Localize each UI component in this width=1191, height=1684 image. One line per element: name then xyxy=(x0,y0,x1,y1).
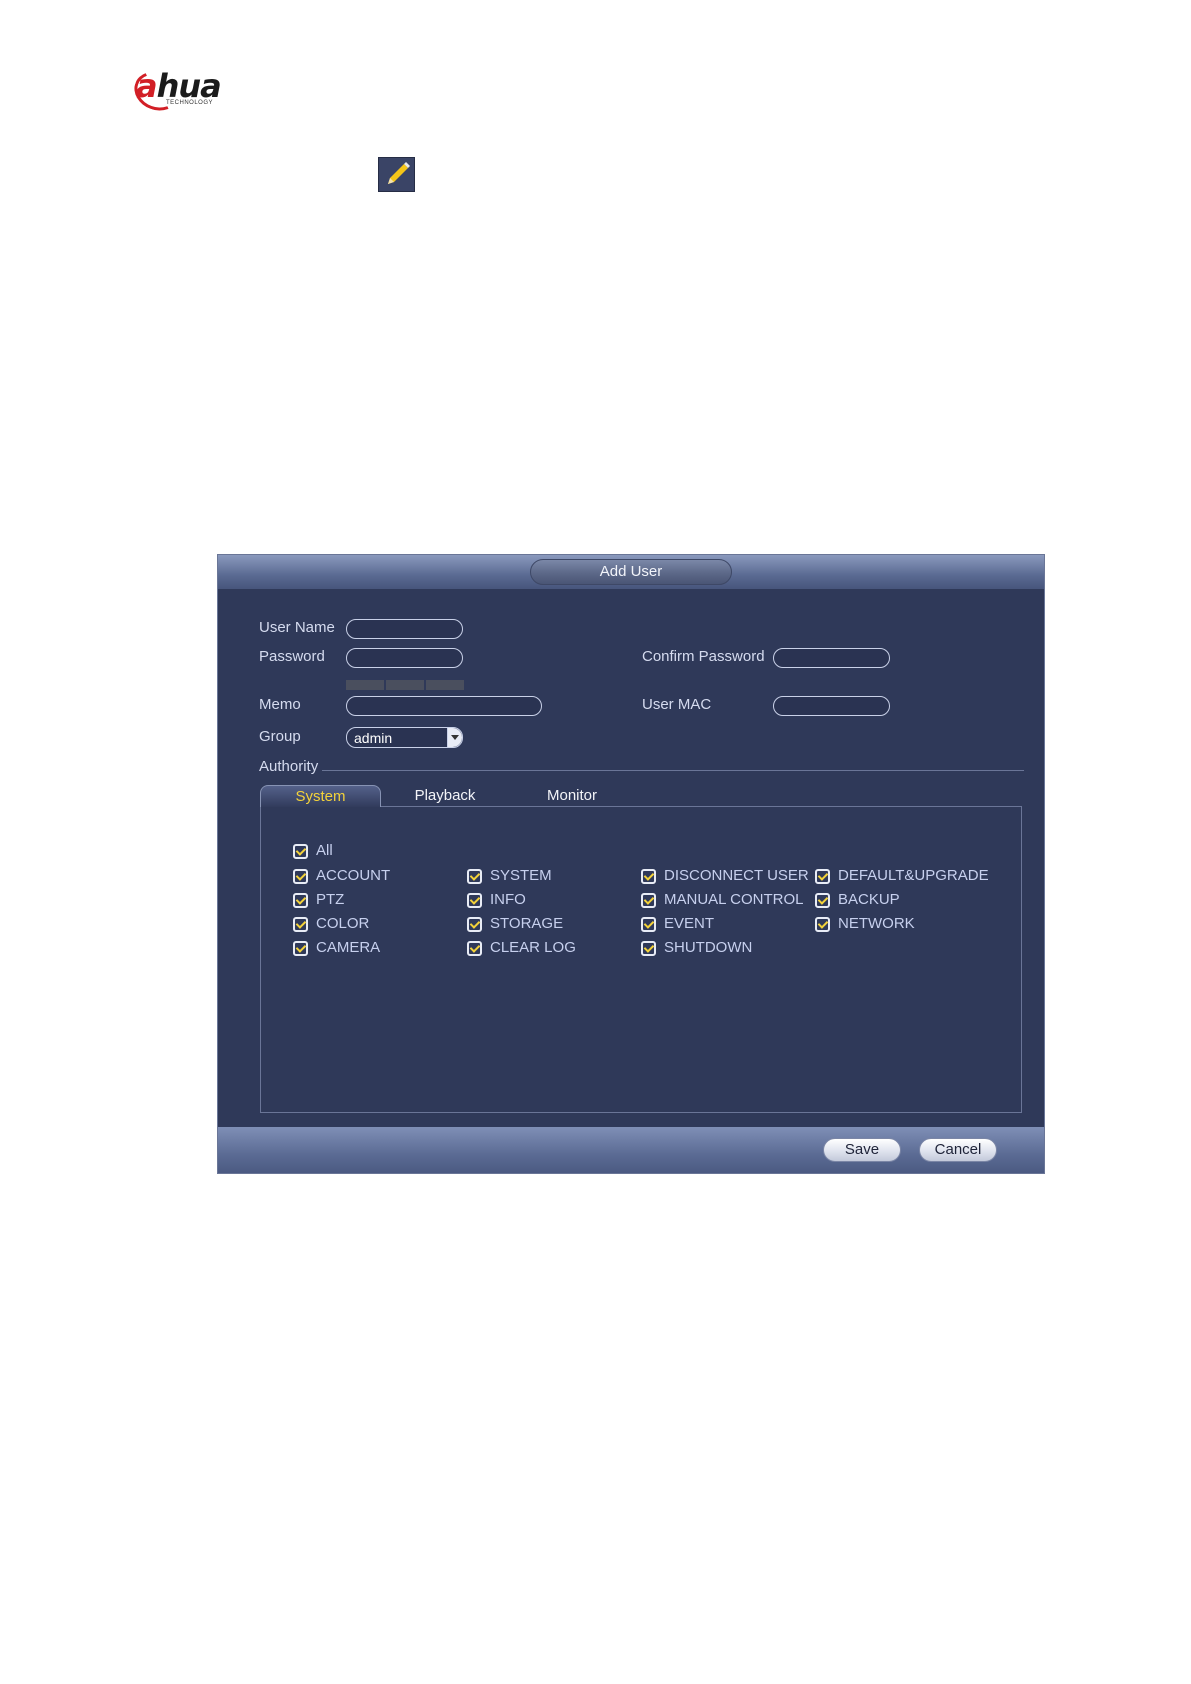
user-name-input[interactable] xyxy=(346,619,463,639)
checkbox-label: SHUTDOWN xyxy=(664,939,753,956)
checkbox-checked-icon[interactable] xyxy=(641,940,656,956)
checkbox-ptz[interactable]: PTZ xyxy=(293,891,344,909)
checkbox-all[interactable]: All xyxy=(293,842,333,860)
checkbox-checked-icon[interactable] xyxy=(293,916,308,932)
dahua-logo: ahua TECHNOLOGY xyxy=(128,65,256,117)
checkbox-label: All xyxy=(316,842,333,859)
user-name-label: User Name xyxy=(259,619,335,636)
authority-divider xyxy=(322,770,1024,771)
checkbox-label: PTZ xyxy=(316,891,345,908)
group-selected-value: admin xyxy=(354,730,393,746)
strength-segment xyxy=(426,680,464,690)
logo-subtitle: TECHNOLOGY xyxy=(166,100,214,106)
group-label: Group xyxy=(259,728,301,745)
checkbox-label: MANUAL CONTROL xyxy=(664,891,804,908)
checkbox-clear-log[interactable]: CLEAR LOG xyxy=(467,939,576,957)
password-strength-meter xyxy=(346,680,464,690)
memo-input[interactable] xyxy=(346,696,542,716)
tab-monitor[interactable]: Monitor xyxy=(532,785,612,807)
logo-wordmark: ahua xyxy=(136,67,222,105)
chevron-down-icon[interactable] xyxy=(447,728,462,747)
checkbox-label: CLEAR LOG xyxy=(490,939,576,956)
confirm-password-input[interactable] xyxy=(773,648,890,668)
cancel-button[interactable]: Cancel xyxy=(919,1138,997,1162)
tab-playback[interactable]: Playback xyxy=(405,785,485,807)
password-input[interactable] xyxy=(346,648,463,668)
strength-segment xyxy=(386,680,424,690)
dialog-titlebar: Add User xyxy=(218,555,1044,589)
checkbox-label: STORAGE xyxy=(490,915,564,932)
checkbox-checked-icon[interactable] xyxy=(293,843,308,859)
authority-label: Authority xyxy=(259,758,319,775)
checkbox-checked-icon[interactable] xyxy=(293,868,308,884)
checkbox-default-upgrade[interactable]: DEFAULT&UPGRADE xyxy=(815,867,989,885)
checkbox-label: EVENT xyxy=(664,915,715,932)
checkbox-checked-icon[interactable] xyxy=(815,868,830,884)
checkbox-label: BACKUP xyxy=(838,891,900,908)
checkbox-checked-icon[interactable] xyxy=(293,892,308,908)
checkbox-checked-icon[interactable] xyxy=(293,940,308,956)
checkbox-checked-icon[interactable] xyxy=(467,940,482,956)
permissions-panel: All ACCOUNT PTZ COLOR CAMERA SYSTEM INFO… xyxy=(260,807,1022,1113)
save-button[interactable]: Save xyxy=(823,1138,901,1162)
checkbox-backup[interactable]: BACKUP xyxy=(815,891,900,909)
checkbox-account[interactable]: ACCOUNT xyxy=(293,867,390,885)
checkbox-checked-icon[interactable] xyxy=(467,892,482,908)
checkbox-label: COLOR xyxy=(316,915,370,932)
checkbox-disconnect-user[interactable]: DISCONNECT USER xyxy=(641,867,809,885)
group-select[interactable]: admin xyxy=(346,727,463,748)
checkbox-label: INFO xyxy=(490,891,526,908)
checkbox-label: CAMERA xyxy=(316,939,381,956)
checkbox-checked-icon[interactable] xyxy=(815,916,830,932)
checkbox-checked-icon[interactable] xyxy=(467,916,482,932)
user-mac-input[interactable] xyxy=(773,696,890,716)
checkbox-label: DEFAULT&UPGRADE xyxy=(838,867,989,884)
checkbox-color[interactable]: COLOR xyxy=(293,915,369,933)
pencil-icon[interactable] xyxy=(378,157,415,192)
password-label: Password xyxy=(259,648,325,665)
checkbox-storage[interactable]: STORAGE xyxy=(467,915,563,933)
checkbox-network[interactable]: NETWORK xyxy=(815,915,915,933)
checkbox-label: DISCONNECT USER xyxy=(664,867,809,884)
checkbox-manual-control[interactable]: MANUAL CONTROL xyxy=(641,891,803,909)
checkbox-info[interactable]: INFO xyxy=(467,891,526,909)
checkbox-checked-icon[interactable] xyxy=(641,868,656,884)
checkbox-label: SYSTEM xyxy=(490,867,552,884)
checkbox-label: NETWORK xyxy=(838,915,915,932)
checkbox-system[interactable]: SYSTEM xyxy=(467,867,552,885)
tab-system[interactable]: System xyxy=(260,785,381,807)
checkbox-shutdown[interactable]: SHUTDOWN xyxy=(641,939,752,957)
checkbox-checked-icon[interactable] xyxy=(641,892,656,908)
checkbox-checked-icon[interactable] xyxy=(641,916,656,932)
confirm-password-label: Confirm Password xyxy=(642,648,765,665)
checkbox-label: ACCOUNT xyxy=(316,867,391,884)
dialog-title: Add User xyxy=(530,559,732,585)
memo-label: Memo xyxy=(259,696,301,713)
checkbox-checked-icon[interactable] xyxy=(815,892,830,908)
checkbox-camera[interactable]: CAMERA xyxy=(293,939,380,957)
add-user-dialog: Add User User Name Password Confirm Pass… xyxy=(217,554,1045,1174)
user-mac-label: User MAC xyxy=(642,696,712,713)
checkbox-checked-icon[interactable] xyxy=(467,868,482,884)
strength-segment xyxy=(346,680,384,690)
dialog-footer: Save Cancel xyxy=(218,1127,1044,1173)
checkbox-event[interactable]: EVENT xyxy=(641,915,714,933)
